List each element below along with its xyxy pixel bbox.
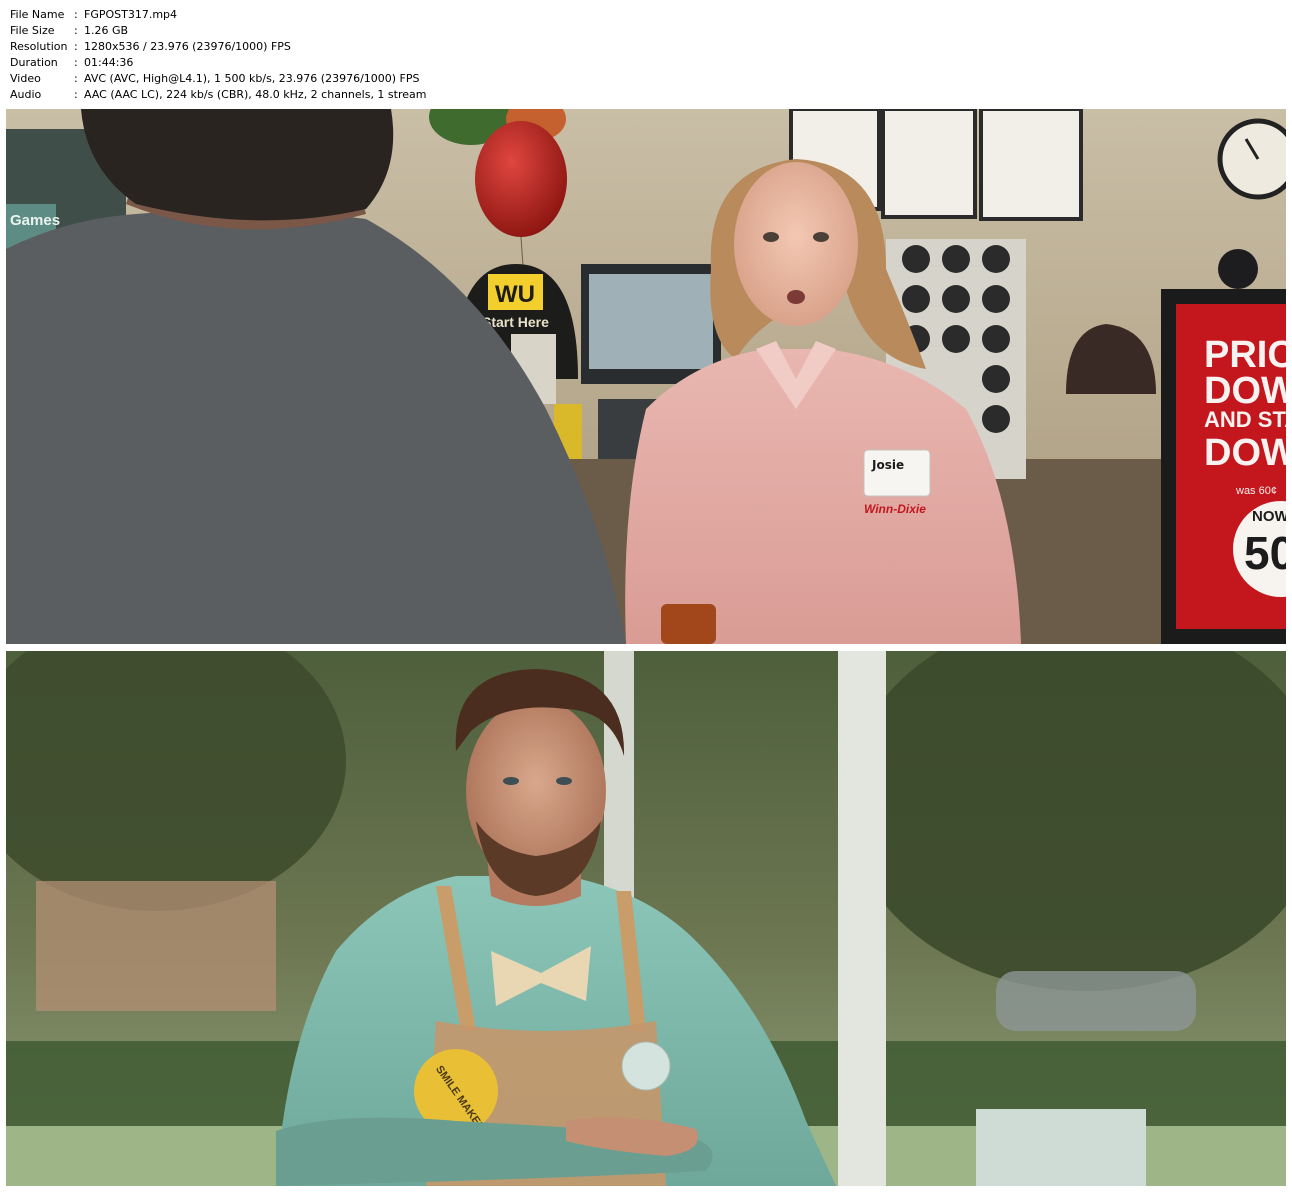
white-pole-left <box>604 651 634 911</box>
info-row-duration: Duration:01:44:36 <box>10 55 426 71</box>
promo-price: 50 <box>1244 527 1286 579</box>
info-key: Duration <box>10 56 58 69</box>
info-row-file-size: File Size:1.26 GB <box>10 23 426 39</box>
games-sign-text: Games <box>10 212 60 229</box>
info-key: Resolution <box>10 40 68 53</box>
info-key: Video <box>10 72 41 85</box>
man-eye-right <box>556 777 572 785</box>
info-value: AVC (AVC, High@L4.1), 1 500 kb/s, 23.976… <box>84 72 420 85</box>
media-info-panel: File Name: FGPOST317.mp4 File Size:1.26 G… <box>10 7 426 103</box>
jar-in-hand <box>661 604 716 644</box>
balloon-red <box>475 121 567 237</box>
white-pole-right <box>838 651 886 1186</box>
promo-was: was 60¢ <box>1235 485 1277 497</box>
promo-now: NOW <box>1252 508 1286 525</box>
frame-1-scene: Games WU Start Here PRIC DOW AND ST DOW … <box>6 109 1286 644</box>
store-logo: Winn-Dixie <box>864 502 926 516</box>
parked-car-blur <box>996 971 1196 1031</box>
white-box <box>976 1109 1146 1186</box>
info-separator: : <box>74 24 78 37</box>
video-frame-2: SMILE MAKER <box>6 651 1286 1186</box>
info-key: Audio <box>10 88 42 101</box>
cashier-mouth <box>787 290 805 304</box>
video-frame-1: Games WU Start Here PRIC DOW AND ST DOW … <box>6 109 1286 644</box>
info-value: 1.26 GB <box>84 24 129 37</box>
policy-sign-3 <box>979 109 1083 221</box>
cashier-eye-left <box>763 232 779 242</box>
man-eye-left <box>503 777 519 785</box>
promo-line-2: DOW <box>1204 370 1286 412</box>
info-separator: : <box>74 72 78 85</box>
info-row-video: Video: AVC (AVC, High@L4.1), 1 500 kb/s, … <box>10 71 426 87</box>
name-tag <box>863 449 931 497</box>
info-value: 01:44:36 <box>84 56 134 69</box>
info-value: 1280x536 / 23.976 (23976/1000) FPS <box>84 40 291 53</box>
info-row-audio: Audio: AAC (AAC LC), 224 kb/s (CBR), 48.0… <box>10 87 426 103</box>
promo-line-3: AND STA <box>1204 407 1286 432</box>
info-separator: : <box>74 56 78 69</box>
info-value: AAC (AAC LC), 224 kb/s (CBR), 48.0 kHz, … <box>84 88 427 101</box>
promo-line-4: DOW <box>1204 432 1286 474</box>
info-value: FGPOST317.mp4 <box>84 8 178 21</box>
secondary-pin <box>621 1041 671 1091</box>
wu-logo-text: WU <box>495 281 535 308</box>
info-key: File Size <box>10 24 55 37</box>
cashier-eye-right <box>813 232 829 242</box>
building-blur <box>36 881 276 1011</box>
name-tag-text: Josie <box>871 458 904 472</box>
policy-sign-2 <box>881 109 977 219</box>
jug-cap <box>1218 249 1258 289</box>
info-separator: : <box>74 88 78 101</box>
info-row-resolution: Resolution:1280x536 / 23.976 (23976/1000… <box>10 39 426 55</box>
info-key: File Name <box>10 8 65 21</box>
pos-screen <box>589 274 713 369</box>
frame-2-scene: SMILE MAKER <box>6 651 1286 1186</box>
info-separator: : <box>74 8 78 21</box>
info-row-file-name: File Name: FGPOST317.mp4 <box>10 7 426 23</box>
wall-clock <box>1217 118 1286 200</box>
info-separator: : <box>74 40 78 53</box>
